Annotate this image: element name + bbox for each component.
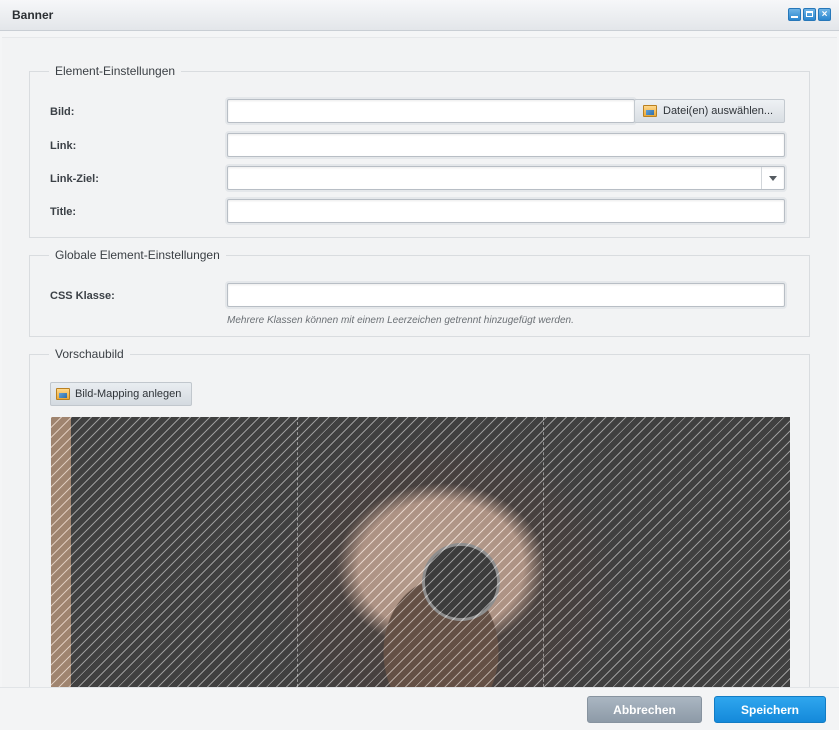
image-icon <box>643 105 657 117</box>
create-image-mapping-button[interactable]: Bild-Mapping anlegen <box>50 382 192 406</box>
global-settings-legend: Globale Element-Einstellungen <box>55 248 220 262</box>
image-mapping-icon <box>56 388 70 400</box>
title-label: Title: <box>50 206 77 218</box>
preview-fieldset: Vorschaubild Bild-Mapping anlegen <box>29 347 810 687</box>
title-row: Title: <box>50 199 790 225</box>
minimize-icon[interactable] <box>788 8 801 21</box>
dialog-footer: Abbrechen Speichern <box>0 687 839 730</box>
window-titlebar: Banner × <box>0 0 839 31</box>
cancel-button[interactable]: Abbrechen <box>587 696 702 723</box>
preview-guide-line <box>543 417 544 687</box>
css-class-row: CSS Klasse: Mehrere Klassen können mit e… <box>50 283 790 333</box>
link-target-row: Link-Ziel: <box>50 166 790 192</box>
preview-image[interactable] <box>51 417 790 687</box>
css-class-input[interactable] <box>227 283 785 307</box>
css-class-label: CSS Klasse: <box>50 290 115 302</box>
chevron-down-icon[interactable] <box>761 167 784 189</box>
maximize-icon[interactable] <box>803 8 816 21</box>
image-label: Bild: <box>50 106 75 118</box>
window-controls: × <box>788 8 831 21</box>
close-icon[interactable]: × <box>818 8 831 21</box>
image-input[interactable] <box>227 99 635 123</box>
create-image-mapping-label: Bild-Mapping anlegen <box>75 388 182 400</box>
link-row: Link: <box>50 133 790 159</box>
link-target-label: Link-Ziel: <box>50 173 99 185</box>
global-settings-fieldset: Globale Element-Einstellungen CSS Klasse… <box>29 248 810 337</box>
save-button[interactable]: Speichern <box>714 696 826 723</box>
link-input[interactable] <box>227 133 785 157</box>
select-files-button[interactable]: Datei(en) auswählen... <box>634 99 785 123</box>
select-files-label: Datei(en) auswählen... <box>663 105 774 117</box>
link-target-select[interactable] <box>227 166 785 190</box>
link-label: Link: <box>50 140 77 152</box>
css-class-hint: Mehrere Klassen können mit einem Leerzei… <box>227 315 574 326</box>
preview-legend: Vorschaubild <box>55 347 124 361</box>
dialog-content: Element-Einstellungen Bild: Datei(en) au… <box>0 31 839 687</box>
image-row: Bild: Datei(en) auswählen... <box>50 99 790 125</box>
form-panel: Element-Einstellungen Bild: Datei(en) au… <box>2 37 837 687</box>
preview-hatch-overlay <box>51 417 790 687</box>
preview-guide-line <box>297 417 298 687</box>
title-input[interactable] <box>227 199 785 223</box>
element-settings-fieldset: Element-Einstellungen Bild: Datei(en) au… <box>29 64 810 238</box>
window-title: Banner <box>12 8 54 22</box>
element-settings-legend: Element-Einstellungen <box>55 64 176 78</box>
